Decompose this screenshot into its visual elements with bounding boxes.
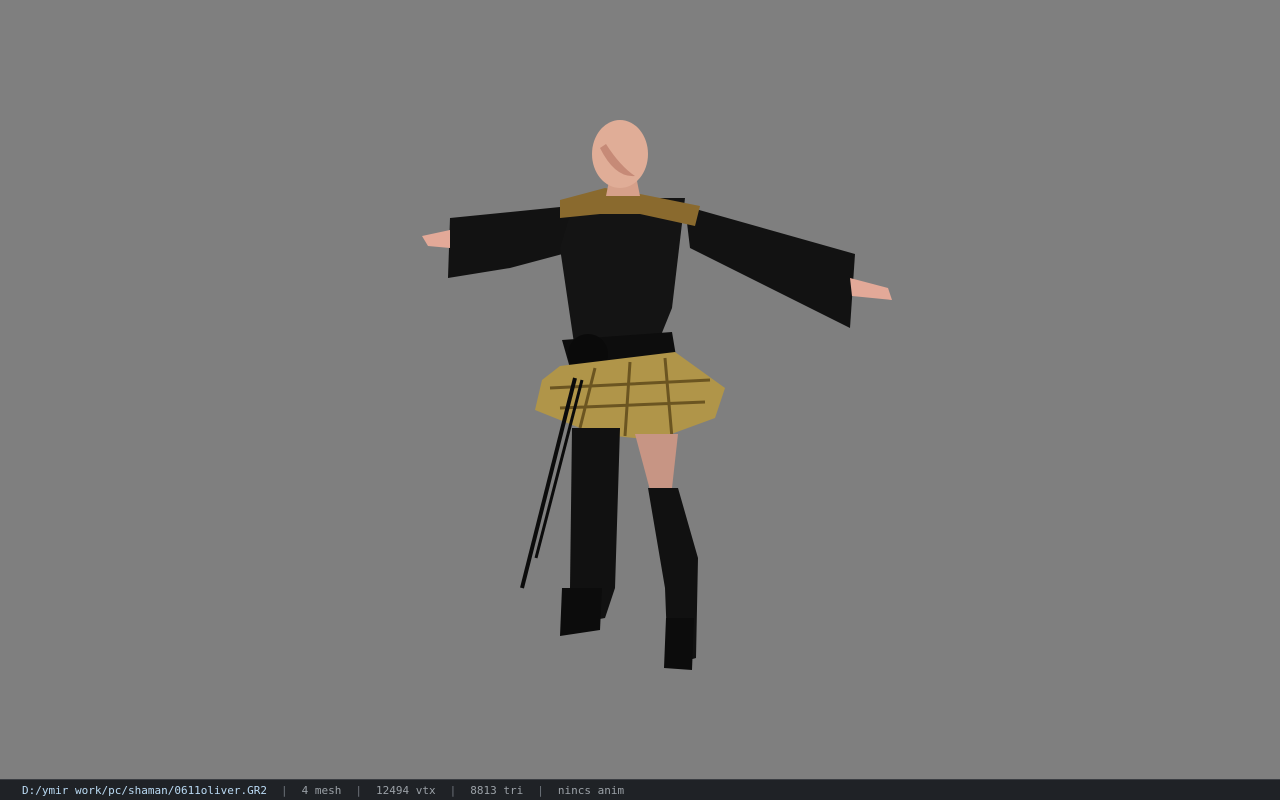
left-boot [560, 588, 602, 636]
status-separator: | [355, 783, 363, 797]
status-separator: | [449, 783, 457, 797]
right-leg-skin [635, 434, 678, 490]
animation-status-label: nincs anim [557, 783, 625, 797]
right-boot [664, 618, 694, 670]
character-model [422, 120, 892, 670]
mesh-count-label: 4 mesh [301, 783, 342, 797]
status-separator: | [537, 783, 544, 797]
vertex-count-label: 12494 vtx [376, 783, 436, 797]
triangle-count-label: 8813 tri [470, 783, 524, 797]
status-separator: | [281, 783, 288, 797]
file-path-label: D:/ymir work/pc/shaman/0611oliver.GR2 [22, 783, 268, 797]
status-bar: D:/ymir work/pc/shaman/0611oliver.GR2 | … [0, 779, 1280, 800]
3d-viewport[interactable] [0, 0, 1280, 779]
head [592, 120, 648, 188]
right-sleeve [685, 206, 892, 328]
torso [560, 198, 685, 350]
